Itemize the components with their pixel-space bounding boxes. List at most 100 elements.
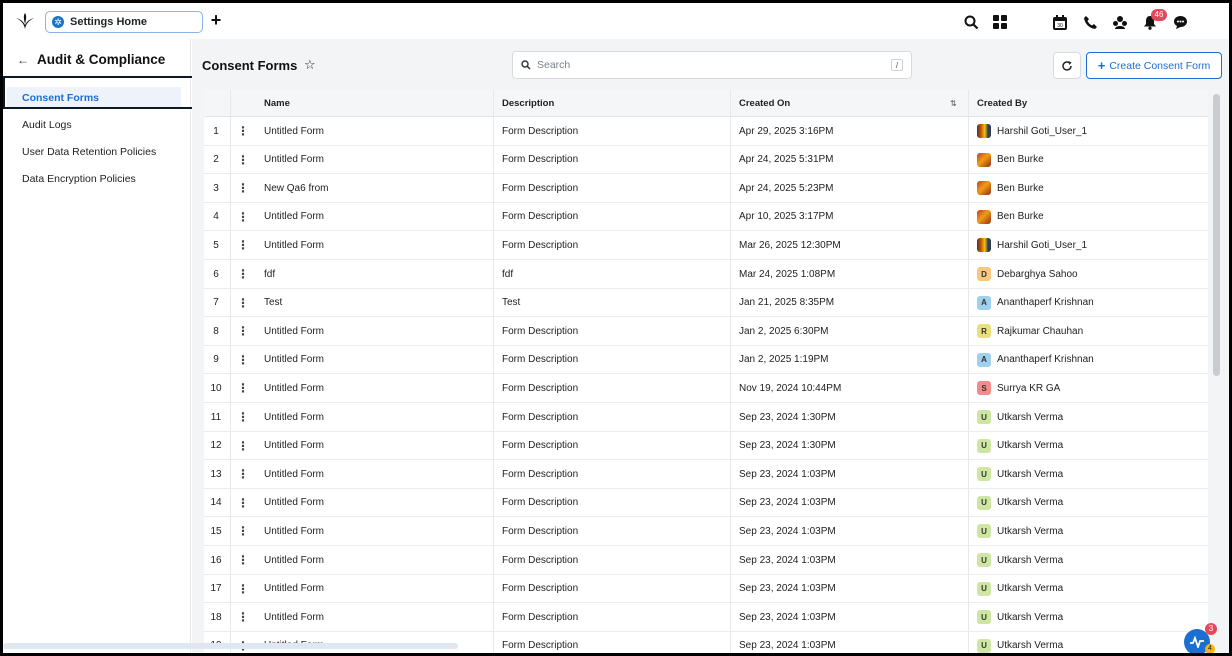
table-row[interactable]: 4 ⋮ Untitled Form Form Description Apr 10, 2… [204,203,1208,232]
row-menu-icon[interactable]: ⋮ [237,374,249,402]
table-row[interactable]: 14 ⋮ Untitled Form Form Description Sep 23, … [204,489,1208,518]
row-menu-icon[interactable]: ⋮ [237,317,249,345]
row-number: 4 [213,211,219,223]
sidebar-item-consent-forms[interactable]: Consent Forms [7,87,181,109]
row-number: 6 [213,268,219,280]
back-arrow-icon[interactable]: ← [17,53,29,67]
creator-name: Ben Burke [997,154,1044,166]
form-description: Test [502,297,521,309]
form-name[interactable]: Untitled Form [264,546,324,574]
phone-icon[interactable] [1081,13,1099,31]
row-menu-icon[interactable]: ⋮ [237,517,249,545]
search-input[interactable] [537,59,877,71]
tab-settings-home[interactable]: ✲ Settings Home [45,11,203,33]
table-row[interactable]: 8 ⋮ Untitled Form Form Description Jan 2, 20… [204,317,1208,346]
favorite-star-icon[interactable]: ☆ [304,57,316,73]
shortcut-key: / [891,59,903,71]
form-name[interactable]: Untitled Form [264,374,324,402]
table-row[interactable]: 15 ⋮ Untitled Form Form Description Sep 23, … [204,517,1208,546]
table-row[interactable]: 9 ⋮ Untitled Form Form Description Jan 2, 20… [204,346,1208,375]
created-on: Sep 23, 2024 1:03PM [739,554,836,566]
form-name[interactable]: Untitled Form [264,403,324,431]
created-by: U Utkarsh Verma [977,546,1063,574]
form-name[interactable]: Test [264,289,282,317]
community-icon[interactable] [1111,13,1129,31]
search-box[interactable]: / [512,51,912,79]
sidebar-item-user-data-retention[interactable]: User Data Retention Policies [7,141,181,163]
refresh-button[interactable] [1053,52,1081,79]
row-number: 17 [210,583,222,595]
table-row[interactable]: 17 ⋮ Untitled Form Form Description Sep 23, … [204,575,1208,604]
app-logo-icon[interactable] [15,12,35,30]
column-header-name[interactable]: Name [264,90,290,117]
created-on: Sep 23, 2024 1:03PM [739,640,836,652]
row-menu-icon[interactable]: ⋮ [237,117,249,145]
form-description: Form Description [502,640,579,652]
create-consent-form-button[interactable]: + Create Consent Form [1086,52,1222,79]
table-row[interactable]: 10 ⋮ Untitled Form Form Description Nov 19, … [204,374,1208,403]
form-name[interactable]: Untitled Form [264,317,324,345]
row-menu-icon[interactable]: ⋮ [237,146,249,174]
form-description: Form Description [502,411,579,423]
page-title: Consent Forms [202,58,298,73]
row-menu-icon[interactable]: ⋮ [237,403,249,431]
table-row[interactable]: 12 ⋮ Untitled Form Form Description Sep 23, … [204,432,1208,461]
row-menu-icon[interactable]: ⋮ [237,203,249,231]
apps-grid-icon[interactable] [991,13,1009,31]
avatar: A [977,295,991,310]
row-menu-icon[interactable]: ⋮ [237,289,249,317]
row-menu-icon[interactable]: ⋮ [237,432,249,460]
table-row[interactable]: 1 ⋮ Untitled Form Form Description Apr 29, 2… [204,117,1208,146]
calendar-icon[interactable]: 30 [1051,13,1069,31]
sidebar-item-label: Consent Forms [22,92,100,104]
created-by: Ben Burke [977,203,1044,231]
table-row[interactable]: 3 ⋮ New Qa6 from Form Description Apr 24, 20… [204,174,1208,203]
table-row[interactable]: 6 ⋮ fdf fdf Mar 24, 2025 1:08PM D Debarghya Sa… [204,260,1208,289]
form-name[interactable]: Untitled Form [264,203,324,231]
row-menu-icon[interactable]: ⋮ [237,174,249,202]
form-name[interactable]: Untitled Form [264,146,324,174]
form-name[interactable]: Untitled Form [264,460,324,488]
table-row[interactable]: 2 ⋮ Untitled Form Form Description Apr 24, 2… [204,146,1208,175]
sort-icon[interactable]: ⇅ [950,99,957,108]
avatar [977,181,991,196]
table-row[interactable]: 7 ⋮ Test Test Jan 21, 2025 8:35PM A Ananthaper… [204,289,1208,318]
row-menu-icon[interactable]: ⋮ [237,603,249,631]
form-name[interactable]: Untitled Form [264,346,324,374]
sidebar-item-audit-logs[interactable]: Audit Logs [7,114,181,136]
new-tab-button[interactable]: + [208,11,224,31]
column-header-description[interactable]: Description [502,90,554,117]
horizontal-scrollbar[interactable] [3,643,458,649]
column-header-created-by[interactable]: Created By [977,90,1027,117]
form-name[interactable]: Untitled Form [264,432,324,460]
created-on: Jan 21, 2025 8:35PM [739,297,835,309]
form-description: Form Description [502,354,579,366]
form-name[interactable]: fdf [264,260,275,288]
column-header-created-on[interactable]: Created On [739,90,790,117]
created-on: Sep 23, 2024 1:03PM [739,497,836,509]
form-name[interactable]: Untitled Form [264,575,324,603]
row-menu-icon[interactable]: ⋮ [237,231,249,259]
table-row[interactable]: 13 ⋮ Untitled Form Form Description Sep 23, … [204,460,1208,489]
creator-name: Utkarsh Verma [997,440,1064,452]
search-icon[interactable] [962,13,980,31]
row-menu-icon[interactable]: ⋮ [237,546,249,574]
table-row[interactable]: 5 ⋮ Untitled Form Form Description Mar 26, 2… [204,231,1208,260]
form-name[interactable]: Untitled Form [264,489,324,517]
form-name[interactable]: New Qa6 from [264,174,328,202]
vertical-scrollbar[interactable] [1213,94,1220,376]
table-row[interactable]: 18 ⋮ Untitled Form Form Description Sep 23, … [204,603,1208,632]
row-menu-icon[interactable]: ⋮ [237,260,249,288]
form-name[interactable]: Untitled Form [264,231,324,259]
chat-icon[interactable] [1171,13,1189,31]
row-menu-icon[interactable]: ⋮ [237,346,249,374]
form-name[interactable]: Untitled Form [264,603,324,631]
form-name[interactable]: Untitled Form [264,117,324,145]
table-row[interactable]: 16 ⋮ Untitled Form Form Description Sep 23, … [204,546,1208,575]
sidebar-item-data-encryption[interactable]: Data Encryption Policies [7,168,181,190]
form-name[interactable]: Untitled Form [264,517,324,545]
row-menu-icon[interactable]: ⋮ [237,575,249,603]
row-menu-icon[interactable]: ⋮ [237,460,249,488]
row-menu-icon[interactable]: ⋮ [237,489,249,517]
table-row[interactable]: 11 ⋮ Untitled Form Form Description Sep 23, … [204,403,1208,432]
